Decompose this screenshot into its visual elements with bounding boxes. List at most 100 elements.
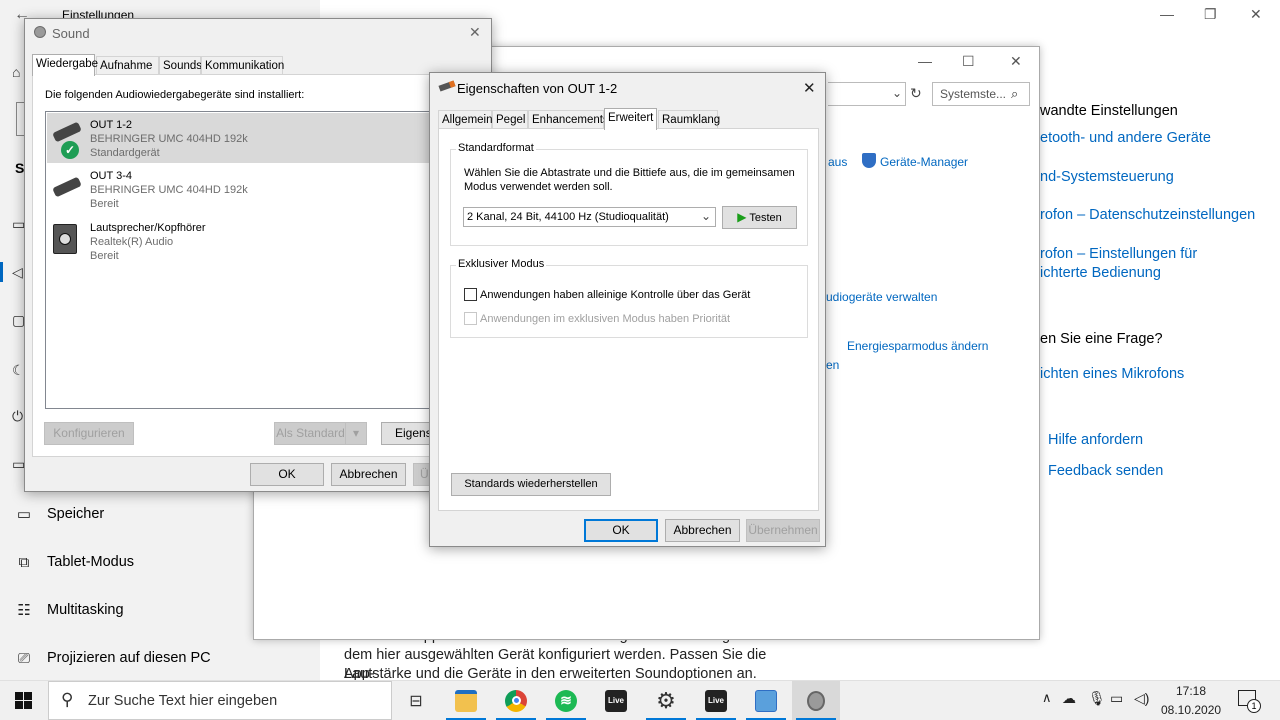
cp-close-button[interactable]: ✕ — [1010, 53, 1022, 70]
question-link-mic-setup[interactable]: ichten eines Mikrofons — [1040, 366, 1184, 382]
restore-defaults-button[interactable]: Standards wiederherstellen — [451, 473, 611, 496]
settings-icon[interactable]: ⚙ — [642, 681, 690, 720]
control-panel-icon[interactable] — [742, 681, 790, 720]
spotify-icon[interactable]: ≋ — [542, 681, 590, 720]
cp-link-aus[interactable]: aus — [828, 155, 847, 169]
tab-aufnahme[interactable]: Aufnahme — [96, 56, 159, 76]
tab-pegel[interactable]: Pegel — [492, 110, 528, 130]
close-button[interactable]: ✕ — [1250, 6, 1262, 23]
related-link-mic-privacy[interactable]: rofon – Datenschutzeinstellungen — [1040, 207, 1255, 223]
related-link-mic-accessibility-2[interactable]: ichterte Bedienung — [1040, 265, 1161, 281]
microphone-icon[interactable]: 🎙︎ — [1088, 690, 1106, 707]
ableton-live-icon[interactable]: Live — [592, 681, 640, 720]
set-default-dropdown-icon[interactable]: ▾ — [345, 422, 367, 445]
maximize-button[interactable]: ❐ — [1204, 6, 1217, 23]
related-link-bluetooth[interactable]: etooth- und andere Geräte — [1040, 130, 1211, 146]
nav-item-label: Projizieren auf diesen PC — [47, 650, 211, 666]
properties-cancel-button[interactable]: Abbrechen — [665, 519, 740, 542]
sound-icon[interactable] — [792, 681, 840, 720]
tab-wiedergabe[interactable]: Wiedergabe — [32, 54, 98, 76]
tab-enhancements[interactable]: Enhancements — [528, 110, 609, 130]
properties-dialog-title: Eigenschaften von OUT 1-2 — [457, 81, 618, 96]
device-status: Bereit — [90, 198, 119, 210]
onedrive-icon[interactable]: ☁ — [1062, 690, 1076, 707]
device-row-out-1-2[interactable]: ✓ OUT 1-2 BEHRINGER UMC 404HD 192k Stand… — [47, 113, 447, 163]
properties-close-icon[interactable]: ✕ — [803, 79, 816, 97]
volume-icon[interactable]: ◁) — [1134, 690, 1149, 707]
cp-link-manage-audio[interactable]: udiogeräte verwalten — [826, 290, 937, 304]
device-row-speakers[interactable]: Lautsprecher/Kopfhörer Realtek(R) Audio … — [47, 216, 447, 266]
cp-link-en[interactable]: en — [826, 358, 839, 372]
exclusive-control-checkbox[interactable] — [464, 288, 477, 301]
properties-ok-button[interactable]: OK — [584, 519, 658, 542]
properties-apply-button[interactable]: Übernehmen — [746, 519, 820, 542]
tab-sounds[interactable]: Sounds — [159, 56, 202, 76]
clock-date[interactable]: 08.10.2020 — [1161, 703, 1221, 717]
help-link[interactable]: Hilfe anfordern — [1048, 432, 1143, 448]
home-icon[interactable]: ⌂ — [12, 64, 20, 80]
device-name: OUT 3-4 — [90, 170, 132, 182]
tab-kommunikation[interactable]: Kommunikation — [201, 56, 284, 76]
properties-dialog: Eigenschaften von OUT 1-2 ✕ Allgemein Pe… — [429, 72, 826, 547]
focus-assist-icon[interactable]: ☾ — [12, 362, 25, 379]
exclusive-priority-checkbox[interactable] — [464, 312, 477, 325]
related-link-sound-control-panel[interactable]: nd-Systemsteuerung — [1040, 169, 1174, 185]
refresh-icon[interactable]: ↻ — [910, 85, 922, 102]
feedback-link[interactable]: Feedback senden — [1048, 463, 1163, 479]
power-icon[interactable]: ⏻ — [12, 408, 23, 425]
default-format-label: Standardformat — [456, 142, 536, 154]
speaker-icon — [53, 224, 77, 254]
device-row-out-3-4[interactable]: OUT 3-4 BEHRINGER UMC 404HD 192k Bereit — [47, 164, 447, 214]
tray-chevron-up-icon[interactable]: ∧ — [1042, 690, 1052, 706]
format-select-value: 2 Kanal, 24 Bit, 44100 Hz (Studioqualitä… — [467, 211, 669, 223]
windows-start-icon[interactable] — [15, 692, 32, 709]
related-link-mic-accessibility[interactable]: rofon – Einstellungen für — [1040, 246, 1197, 262]
test-button[interactable]: ▶ Testen — [722, 206, 797, 229]
default-format-desc-2: Modus verwendet werden soll. — [464, 181, 613, 193]
cp-minimize-button[interactable]: — — [918, 53, 932, 69]
tab-erweitert[interactable]: Erweitert — [604, 108, 657, 130]
task-view-icon[interactable]: ⊟ — [392, 681, 440, 720]
chevron-down-icon: ⌄ — [700, 209, 711, 223]
device-name: Lautsprecher/Kopfhörer — [90, 222, 206, 234]
play-icon: ▶ — [737, 210, 747, 224]
set-default-button[interactable]: Als Standard — [274, 422, 346, 445]
tab-allgemein[interactable]: Allgemein — [438, 110, 493, 130]
file-explorer-icon[interactable] — [442, 681, 490, 720]
taskbar-search-box[interactable]: ⚲ Zur Suche Text hier eingeben — [48, 681, 392, 720]
sound-ok-button[interactable]: OK — [250, 463, 324, 486]
cable-title-icon — [438, 80, 456, 92]
ableton-live-2-icon[interactable]: Live — [692, 681, 740, 720]
configure-button[interactable]: Konfigurieren — [44, 422, 134, 445]
sound-dialog: Sound ✕ Wiedergabe Aufnahme Sounds Kommu… — [24, 18, 492, 492]
clock-time[interactable]: 17:18 — [1176, 684, 1206, 698]
sound-dialog-close-icon[interactable]: ✕ — [469, 24, 481, 41]
notification-center-icon[interactable]: 1 — [1238, 690, 1261, 713]
nav-item-project[interactable]: ⎚ Projizieren auf diesen PC — [0, 636, 320, 680]
exclusive-mode-group: Exklusiver Modus Anwendungen haben allei… — [450, 258, 808, 338]
device-name: OUT 1-2 — [90, 119, 132, 131]
ableton-live-2-label: Live — [705, 689, 727, 712]
search-box-edge[interactable] — [16, 102, 24, 136]
default-format-desc-1: Wählen Sie die Abtastrate und die Bittie… — [464, 167, 795, 179]
taskbar-search-placeholder: Zur Suche Text hier eingeben — [88, 693, 278, 709]
shield-icon — [862, 153, 876, 168]
cp-maximize-button[interactable]: ☐ — [962, 53, 975, 70]
cp-link-power[interactable]: Energiesparmodus ändern — [847, 339, 988, 353]
address-dropdown-icon[interactable]: ⌄ — [892, 86, 902, 100]
related-settings-heading: wandte Einstellungen — [1040, 103, 1178, 119]
format-select[interactable]: 2 Kanal, 24 Bit, 44100 Hz (Studioqualitä… — [463, 207, 716, 227]
search-icon[interactable]: ⌕ — [1011, 86, 1018, 102]
sound-nav-icon[interactable]: ◁ — [12, 264, 23, 281]
minimize-button[interactable]: — — [1160, 6, 1174, 22]
battery-icon[interactable]: ▭ — [1110, 690, 1123, 707]
tab-raumklang[interactable]: Raumklang — [658, 110, 720, 130]
chrome-icon[interactable] — [492, 681, 540, 720]
device-model: Realtek(R) Audio — [90, 236, 174, 248]
search-icon: ⚲ — [61, 690, 74, 709]
nav-item-label: Speicher — [47, 506, 105, 522]
default-check-icon: ✓ — [61, 141, 79, 159]
sound-cancel-button[interactable]: Abbrechen — [331, 463, 406, 486]
device-list[interactable]: ✓ OUT 1-2 BEHRINGER UMC 404HD 192k Stand… — [45, 111, 447, 409]
cp-link-device-manager[interactable]: Geräte-Manager — [880, 155, 968, 169]
